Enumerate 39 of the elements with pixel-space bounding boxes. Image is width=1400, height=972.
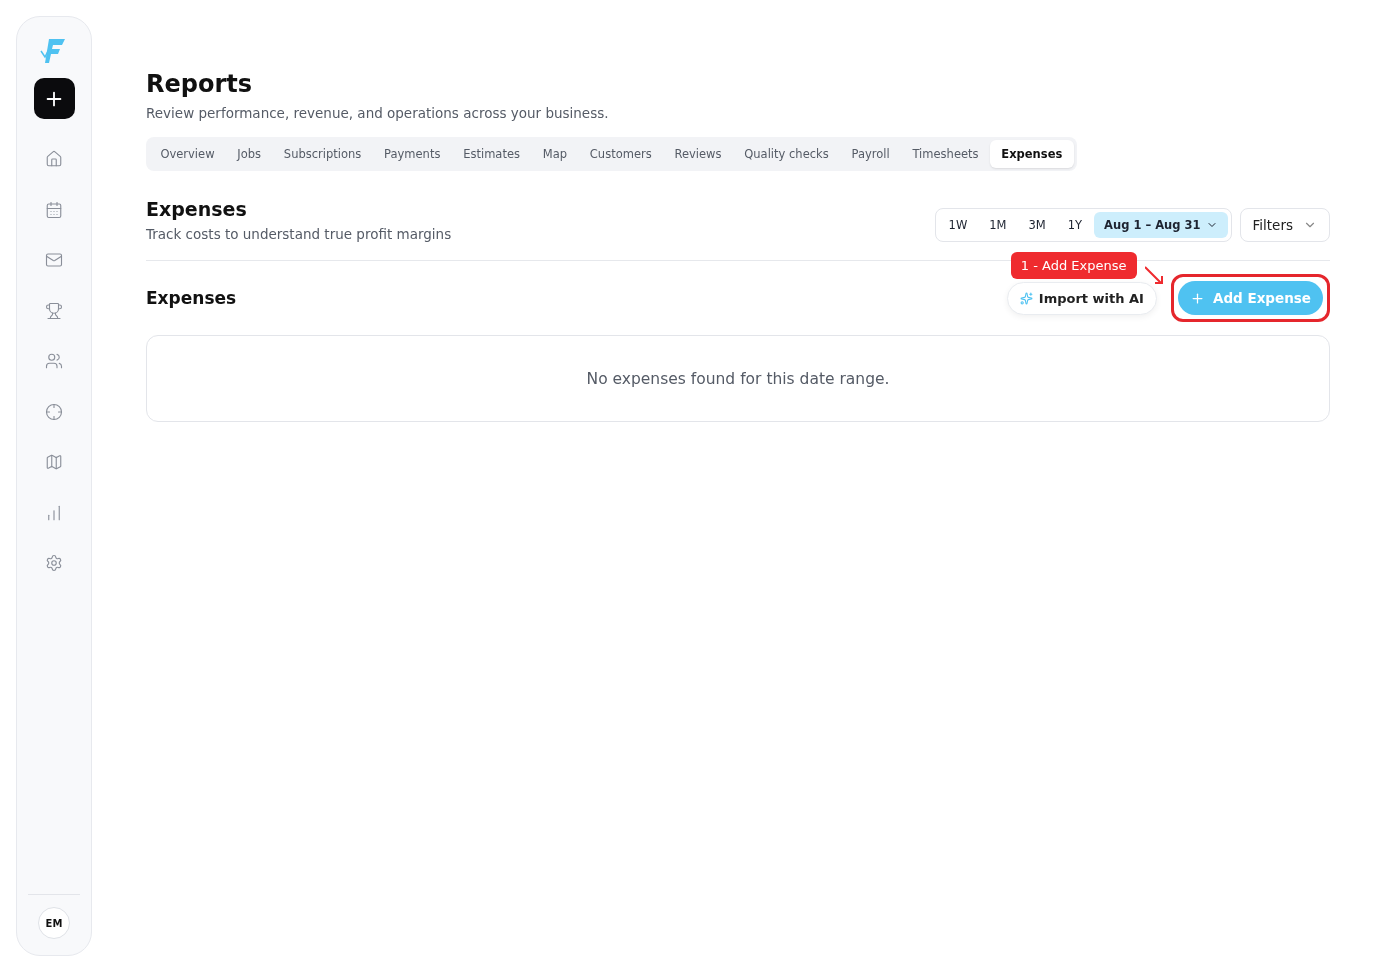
report-tab[interactable]: Reviews bbox=[663, 140, 733, 168]
page-subtitle: Review performance, revenue, and operations across your business. bbox=[146, 105, 610, 121]
mail-icon bbox=[45, 251, 63, 269]
report-tab[interactable]: Estimates bbox=[451, 140, 532, 168]
trophy-icon bbox=[45, 301, 63, 320]
sparkle-icon bbox=[1019, 291, 1033, 305]
home-icon bbox=[45, 150, 63, 168]
range-option[interactable]: 1Y bbox=[1057, 212, 1093, 238]
report-tab[interactable]: Map bbox=[531, 140, 579, 168]
report-tab[interactable]: Quality checks bbox=[732, 140, 841, 168]
range-option[interactable]: 1W bbox=[938, 212, 978, 238]
empty-message: No expenses found for this date range. bbox=[586, 369, 890, 388]
plus-icon bbox=[1189, 290, 1205, 306]
target-icon bbox=[45, 402, 63, 421]
section-subtitle: Track costs to understand true profit margins bbox=[146, 226, 452, 242]
settings-icon bbox=[45, 554, 63, 572]
report-tab[interactable]: Payroll bbox=[840, 140, 902, 168]
calendar-icon bbox=[45, 200, 63, 219]
page-title: Reports bbox=[146, 70, 254, 98]
range-option[interactable]: Aug 1 – Aug 31 bbox=[1094, 212, 1228, 238]
report-tab[interactable]: Subscriptions bbox=[272, 140, 373, 168]
step-tooltip: 1 - Add Expense bbox=[1010, 252, 1137, 279]
report-tab[interactable]: Expenses bbox=[989, 140, 1074, 168]
list-title: Expenses bbox=[146, 288, 237, 308]
section-title: Expenses bbox=[146, 198, 248, 220]
report-tab[interactable]: Overview bbox=[149, 140, 226, 168]
report-tab[interactable]: Customers bbox=[578, 140, 664, 168]
chart-icon bbox=[45, 503, 63, 522]
report-tab[interactable]: Timesheets bbox=[901, 140, 990, 168]
range-option[interactable]: 3M bbox=[1018, 212, 1056, 238]
user-avatar[interactable]: EM bbox=[38, 907, 70, 939]
map-icon bbox=[45, 453, 63, 471]
import-button[interactable]: Import with AI bbox=[1006, 281, 1157, 315]
new-button[interactable] bbox=[33, 78, 75, 119]
report-tab[interactable]: Jobs bbox=[225, 140, 273, 168]
filters-button[interactable]: Filters bbox=[1239, 208, 1330, 242]
report-tab[interactable]: Payments bbox=[372, 140, 452, 168]
range-option[interactable]: 1M bbox=[979, 212, 1017, 238]
users-icon bbox=[45, 352, 63, 370]
